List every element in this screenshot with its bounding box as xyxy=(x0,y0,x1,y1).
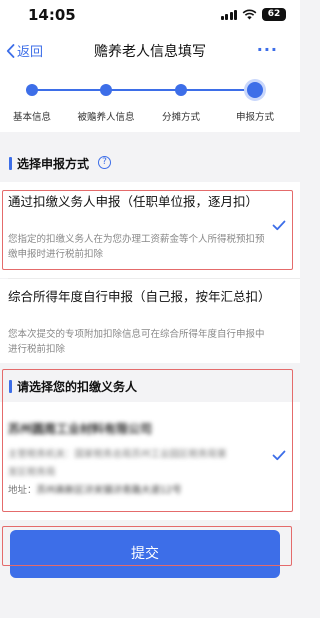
chevron-left-icon xyxy=(6,43,15,58)
status-time: 14:05 xyxy=(28,6,76,24)
agent-section-header: 请选择您的扣缴义务人 xyxy=(0,371,300,401)
step-dot-1 xyxy=(26,84,38,96)
nav-bar: 返回 赡养老人信息填写 ··· xyxy=(0,30,300,72)
agent-name: 苏州圆周工业材料有限公司 xyxy=(8,422,153,436)
battery-icon: 62 xyxy=(262,8,286,21)
signal-icon xyxy=(220,9,237,20)
step-label-dependent: 被赡养人信息 xyxy=(77,112,135,123)
section-accent-bar xyxy=(9,380,12,393)
submit-area: 提交 xyxy=(0,520,300,618)
check-icon xyxy=(272,220,286,231)
step-label-split: 分摊方式 xyxy=(161,112,201,123)
agent-address-value: 苏州高新区浒关镇浒青路大道12号 xyxy=(36,485,182,496)
agent-card[interactable]: 苏州圆周工业材料有限公司 主管税务机关：国家税务总局苏州工业园区税务局第 发区税… xyxy=(0,402,300,520)
agent-address-label: 地址： xyxy=(8,485,37,496)
step-label-basic: 基本信息 xyxy=(12,112,52,123)
step-dot-current xyxy=(247,82,263,98)
wifi-icon xyxy=(242,9,257,20)
option-self-declare[interactable]: 综合所得年度自行申报（自己报，按年汇总扣） 您本次提交的专项附加扣除信息可在综合… xyxy=(0,279,300,363)
step-dot-2 xyxy=(100,84,112,96)
back-button[interactable]: 返回 xyxy=(6,41,43,60)
submit-button[interactable]: 提交 xyxy=(10,530,280,578)
declare-section-title: 选择申报方式 xyxy=(17,157,90,171)
page-title: 赡养老人信息填写 xyxy=(94,44,206,60)
agent-tax-authority: 主管税务机关：国家税务总局苏州工业园区税务局第 xyxy=(8,449,227,460)
help-icon[interactable]: ? xyxy=(98,156,111,169)
back-label: 返回 xyxy=(17,45,44,60)
option-title: 综合所得年度自行申报（自己报，按年汇总扣） xyxy=(8,289,271,304)
step-label-declare: 申报方式 xyxy=(235,112,275,123)
check-icon xyxy=(272,450,286,461)
step-connector xyxy=(32,89,252,91)
progress-stepper: 基本信息 被赡养人信息 分摊方式 申报方式 xyxy=(0,72,300,132)
status-icons: 62 xyxy=(220,8,286,21)
option-withholding-agent[interactable]: 通过扣缴义务人申报（任职单位报，逐月扣） 您指定的扣缴义务人在为您办理工资薪金等… xyxy=(0,182,300,278)
declare-section-header: 选择申报方式 ? xyxy=(0,148,300,178)
option-title: 通过扣缴义务人申报（任职单位报，逐月扣） xyxy=(8,194,259,209)
agent-tax-authority-cont: 发区税务局 xyxy=(8,467,56,478)
step-dot-3 xyxy=(175,84,187,96)
option-description: 您本次提交的专项附加扣除信息可在综合所得年度自行申报中进行税前扣除 xyxy=(8,329,265,355)
status-bar: 14:05 62 xyxy=(0,0,300,30)
option-description: 您指定的扣缴义务人在为您办理工资薪金等个人所得税预扣预缴申报时进行税前扣除 xyxy=(8,234,265,260)
agent-address: 地址：苏州高新区浒关镇浒青路大道12号 xyxy=(8,482,182,496)
more-button[interactable]: ··· xyxy=(257,40,278,59)
agent-section-title: 请选择您的扣缴义务人 xyxy=(17,380,138,394)
section-accent-bar xyxy=(9,157,12,170)
